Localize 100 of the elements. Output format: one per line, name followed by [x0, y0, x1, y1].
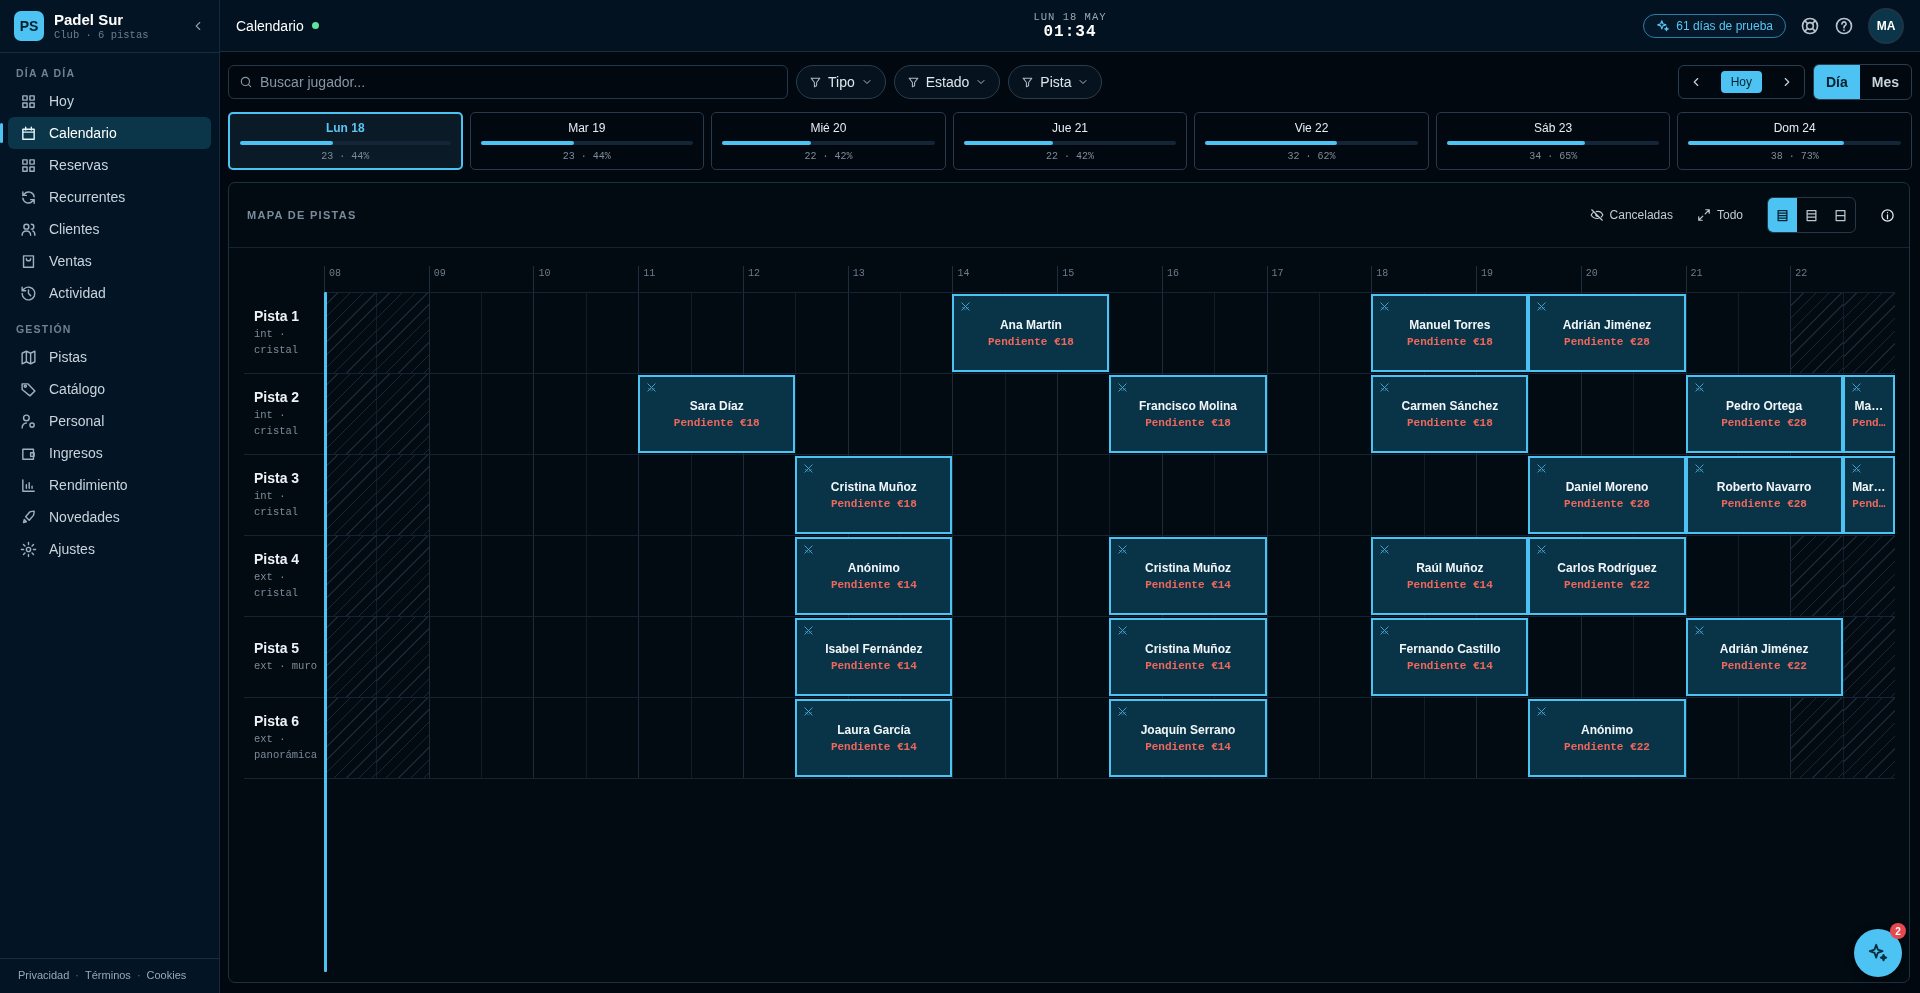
booking-block[interactable]: Cristina Muñoz Pendiente €18 [795, 456, 953, 534]
nav-item[interactable]: Reservas [8, 149, 211, 181]
booking-block[interactable]: Manuel Torres Pendiente €18 [1371, 294, 1529, 372]
help-icon[interactable] [1834, 15, 1854, 36]
map-icon [20, 348, 37, 366]
filter-icon [1021, 75, 1035, 89]
nav-item[interactable]: Ajustes [8, 533, 211, 565]
day-card[interactable]: Mié 20 22 · 42% [711, 112, 946, 170]
nav-item[interactable]: Recurrentes [8, 181, 211, 213]
tag-icon [20, 380, 37, 398]
day-card[interactable]: Jue 21 22 · 42% [952, 112, 1188, 170]
calendar-icon [20, 124, 37, 142]
footer-link[interactable]: Términos [85, 969, 131, 981]
day-card[interactable]: Lun 18 23 · 44% [228, 112, 463, 170]
court-details: int · cristal [254, 407, 300, 439]
booking-block[interactable]: Carlos Rodríguez Pendiente €22 [1528, 537, 1686, 615]
booking-status: Pendiente €22 [1564, 741, 1650, 753]
booking-status: Pendiente €18 [988, 336, 1074, 348]
filter-button[interactable]: Estado [893, 65, 1001, 99]
footer-link[interactable]: Privacidad [18, 969, 70, 981]
day-card[interactable]: Dom 24 38 · 73% [1677, 112, 1912, 170]
club-subtitle: Club · 6 pistas [54, 29, 150, 41]
booking-block[interactable]: Adrián Jiménez Pendiente €22 [1685, 618, 1843, 696]
booking-block[interactable]: Ma… Pend… [1842, 375, 1895, 453]
eye-off-icon [1589, 208, 1604, 222]
booking-block[interactable]: Joaquín Serrano Pendiente €14 [1109, 699, 1267, 777]
booking-block[interactable]: Roberto Navarro Pendiente €28 [1685, 456, 1843, 534]
booking-block[interactable]: Cristina Muñoz Pendiente €14 [1109, 618, 1267, 696]
nav-item[interactable]: Pistas [8, 341, 211, 373]
nav-item[interactable]: Catálogo [8, 373, 211, 405]
booking-status: Pendiente €14 [1145, 741, 1231, 753]
toggle-button[interactable]: Todo [1696, 208, 1743, 222]
section-heading: GESTIÓN [15, 322, 73, 337]
users-icon [20, 220, 37, 238]
nav-item[interactable]: Hoy [8, 85, 211, 117]
booking-block[interactable]: Anónimo Pendiente €14 [795, 537, 953, 615]
booking-block[interactable]: Anónimo Pendiente €22 [1528, 699, 1686, 777]
booking-block[interactable]: Isabel Fernández Pendiente €14 [795, 618, 953, 696]
today-button[interactable]: Hoy [1720, 71, 1762, 93]
info-icon[interactable] [1880, 207, 1895, 223]
booking-block[interactable]: Francisco Molina Pendiente €18 [1109, 375, 1267, 453]
nav-item[interactable]: Actividad [8, 277, 211, 309]
booking-block[interactable]: Ana Martín Pendiente €18 [952, 294, 1110, 372]
player-name: Joaquín Serrano [1140, 723, 1236, 737]
nav-item[interactable]: Rendimiento [8, 469, 211, 501]
trial-badge[interactable]: 61 días de prueba [1643, 13, 1786, 38]
booking-status: Pendiente €18 [830, 498, 917, 510]
day-card[interactable]: Sáb 23 34 · 65% [1435, 112, 1671, 170]
booking-block[interactable]: Sara Díaz Pendiente €18 [638, 375, 796, 453]
toggle-button[interactable]: Canceladas [1589, 208, 1673, 222]
bag-icon [20, 252, 37, 270]
hour-label: 17 [1266, 266, 1372, 292]
player-name: Daniel Moreno [1565, 480, 1649, 494]
booking-block[interactable]: Fernando Castillo Pendiente €14 [1371, 618, 1529, 696]
wide-rows-icon [1833, 207, 1848, 223]
booking-block[interactable]: Adrián Jiménez Pendiente €28 [1528, 294, 1686, 372]
day-card[interactable]: Vie 22 32 · 62% [1194, 112, 1429, 170]
hour-label: 08 [324, 266, 429, 292]
player-name: Cristina Muñoz [1145, 642, 1232, 656]
view-tab[interactable]: Mes [1859, 65, 1911, 99]
booking-block[interactable]: Cristina Muñoz Pendiente €14 [1109, 537, 1267, 615]
player-name: Ma… [1854, 399, 1884, 413]
player-name: Cristina Muñoz [830, 480, 917, 494]
court-name: Pista 4 [254, 550, 301, 567]
hour-label: 09 [428, 266, 534, 292]
separator-dot: · [75, 969, 80, 981]
filter-button[interactable]: Pista [1008, 65, 1103, 99]
player-name: Pedro Ortega [1726, 399, 1803, 413]
player-name: Anónimo [847, 561, 900, 575]
booking-block[interactable]: Laura García Pendiente €14 [795, 699, 953, 777]
history-icon [20, 284, 37, 302]
booking-status: Pendiente €14 [1406, 579, 1493, 591]
nav-item[interactable]: Novedades [8, 501, 211, 533]
lifebuoy-icon[interactable] [1800, 15, 1820, 36]
nav-item[interactable]: Personal [8, 405, 211, 437]
booking-block[interactable]: Mar… Pend… [1842, 456, 1895, 534]
hour-label: 20 [1580, 266, 1686, 292]
hour-label: 22 [1790, 266, 1895, 292]
booking-block[interactable]: Raúl Muñoz Pendiente €14 [1371, 537, 1529, 615]
filter-button[interactable]: Tipo [796, 65, 886, 99]
grid-icon [20, 156, 37, 174]
nav-item[interactable]: Clientes [8, 213, 211, 245]
nav-item[interactable]: Ventas [8, 245, 211, 277]
day-card[interactable]: Mar 19 23 · 44% [469, 112, 705, 170]
filter-icon [906, 75, 920, 89]
booking-block[interactable]: Daniel Moreno Pendiente €28 [1528, 456, 1686, 534]
search-field[interactable]: Buscar jugador... [228, 65, 788, 99]
footer-link[interactable]: Cookies [146, 969, 187, 981]
booking-block[interactable]: Pedro Ortega Pendiente €28 [1685, 375, 1843, 453]
booking-status: Pendiente €14 [830, 660, 917, 672]
court-name: Pista 2 [254, 388, 301, 405]
user-avatar[interactable]: MA [1868, 7, 1904, 44]
booking-block[interactable]: Carmen Sánchez Pendiente €18 [1371, 375, 1529, 453]
booking-status: Pendiente €18 [1145, 417, 1231, 429]
density-button[interactable] [1768, 198, 1797, 232]
nav-item[interactable]: Ingresos [8, 437, 211, 469]
view-tab[interactable]: Día [1813, 65, 1860, 99]
booking-status: Pendiente €28 [1721, 498, 1807, 510]
court-name: Pista 5 [254, 639, 301, 656]
player-name: Carlos Rodríguez [1557, 561, 1657, 575]
